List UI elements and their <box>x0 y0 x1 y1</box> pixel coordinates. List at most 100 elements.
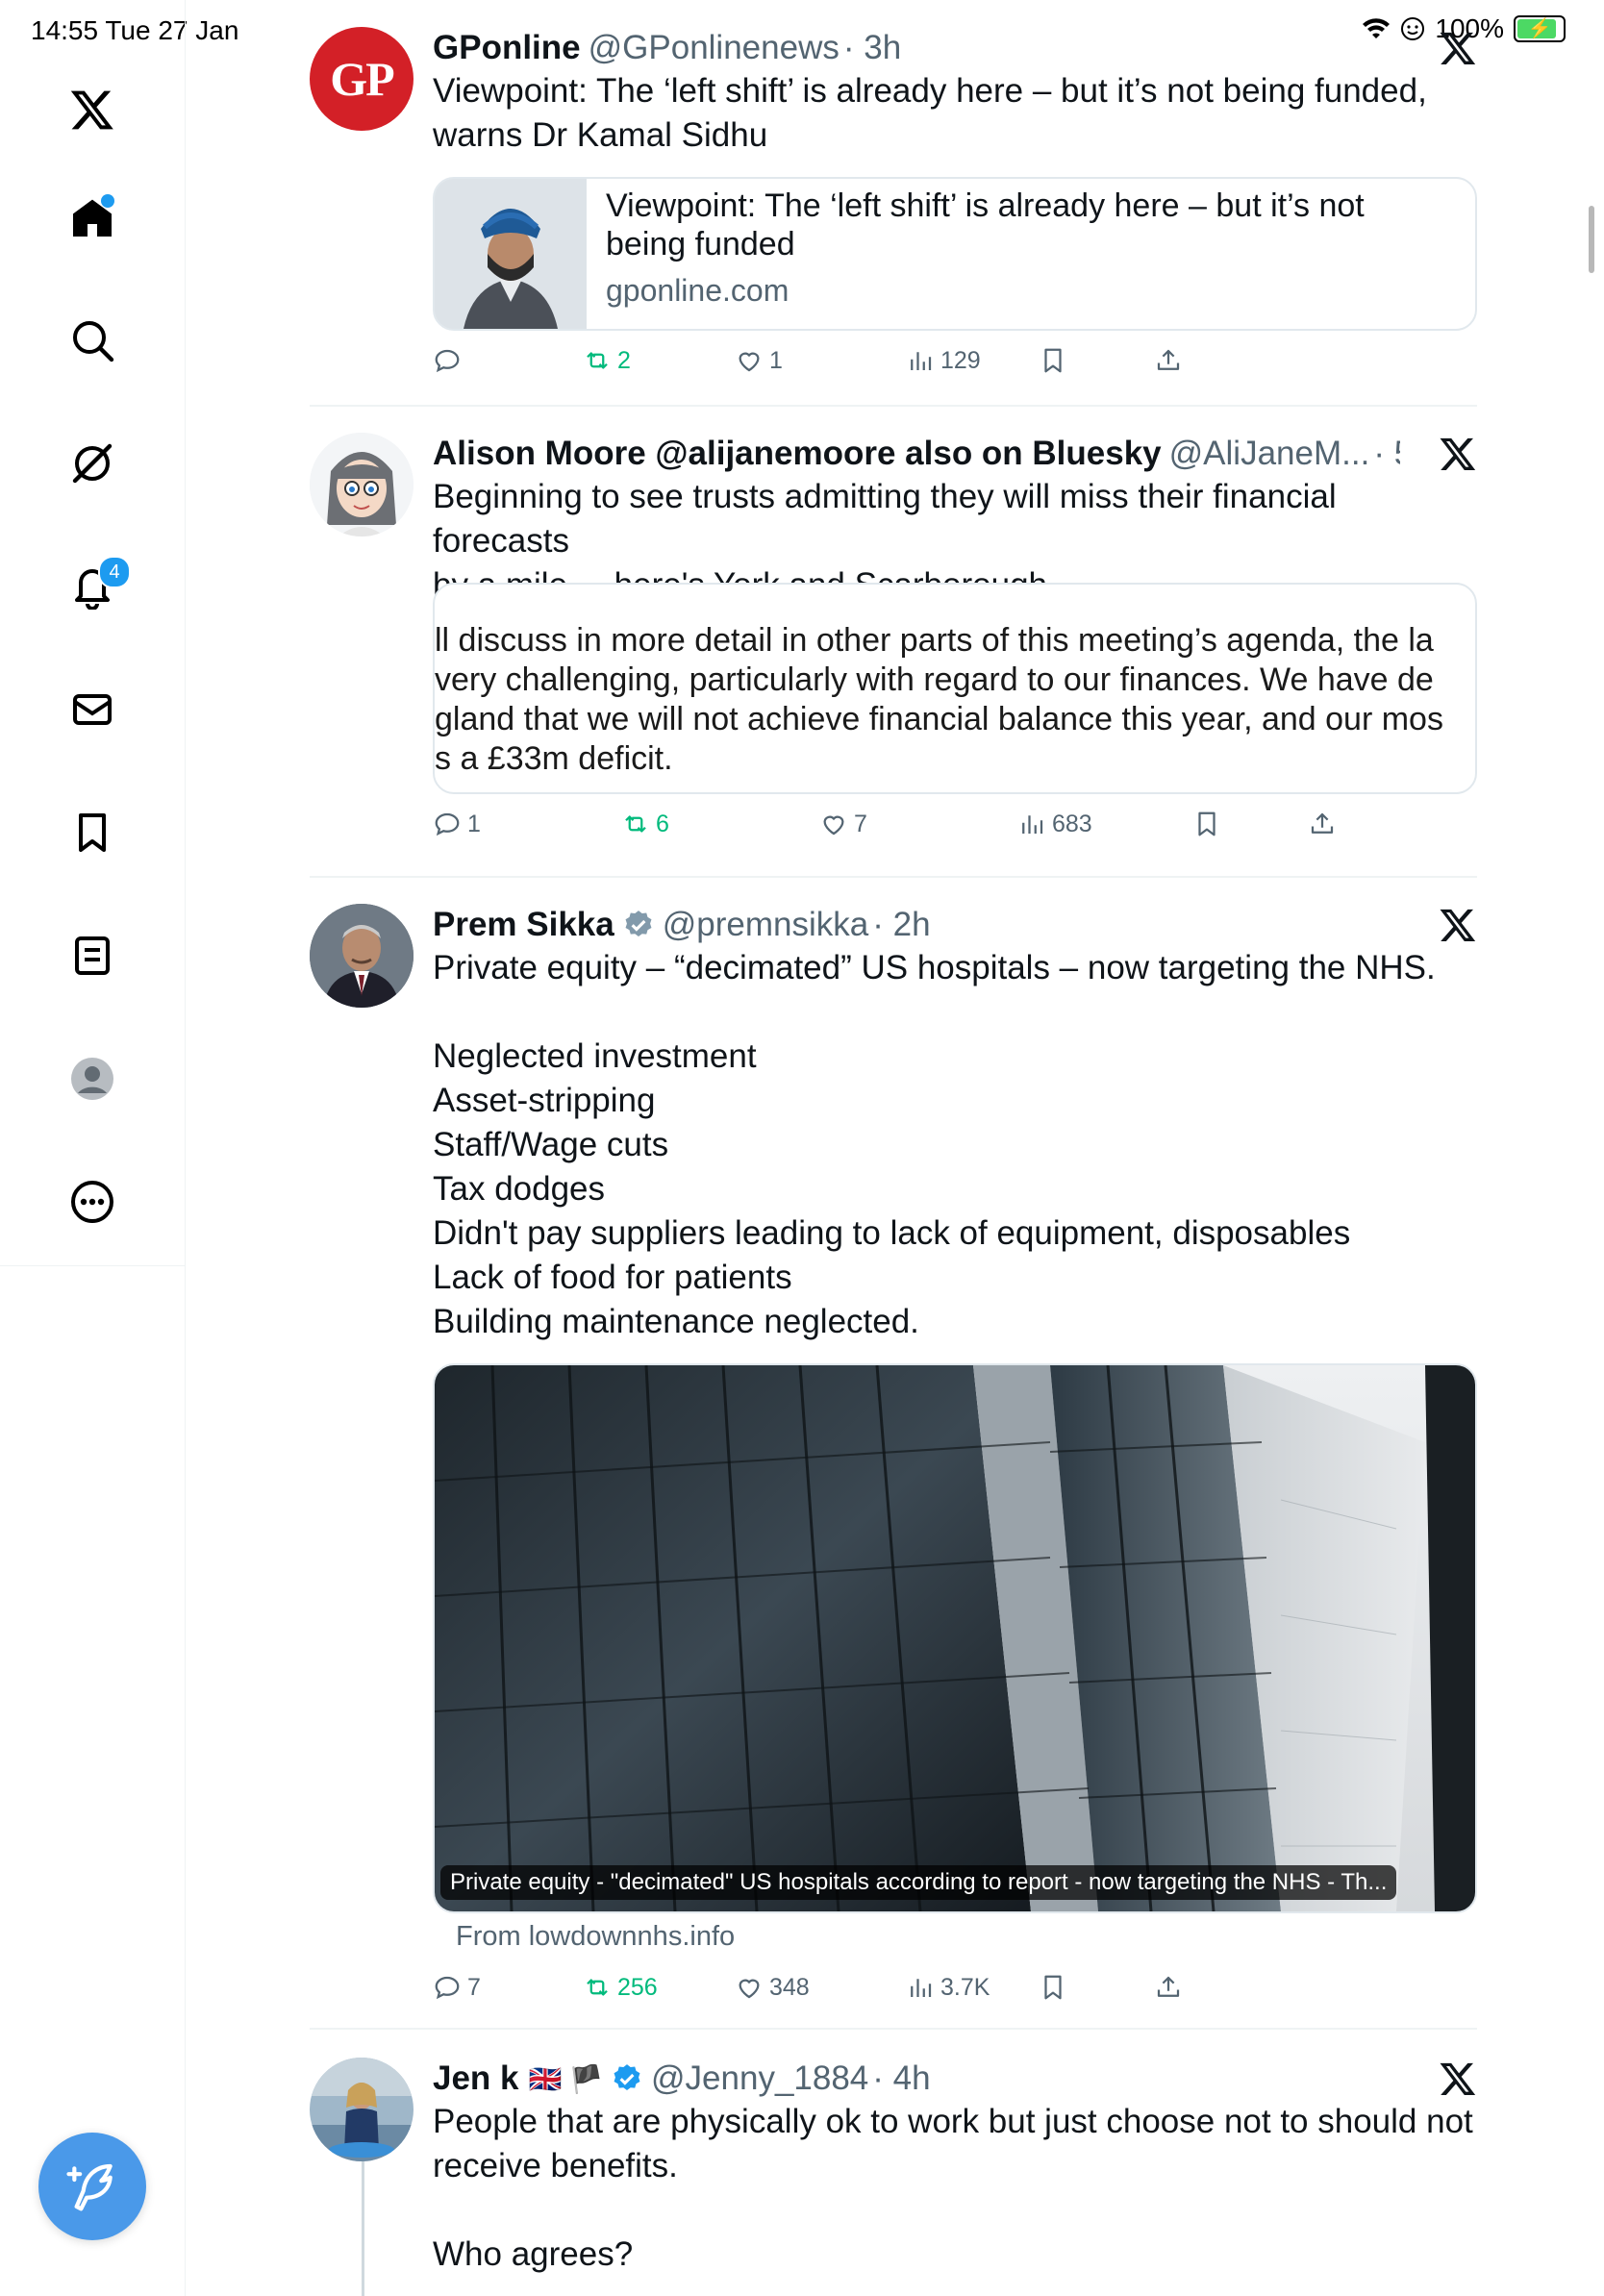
tweet-header: Alison Moore @alijanemoore also on Blues… <box>433 433 1400 475</box>
compose-post-button[interactable] <box>38 2133 146 2240</box>
image-text-line: ll discuss in more detail in other parts… <box>435 622 1434 659</box>
tweet-time: · 4h <box>872 2059 931 2097</box>
share-button[interactable] <box>1154 1973 1183 2002</box>
link-source[interactable]: From lowdownnhs.info <box>456 1921 735 1953</box>
tweet-divider <box>310 876 1477 878</box>
link-card-caption: Private equity - "decimated" US hospital… <box>440 1865 1397 1900</box>
home-unread-dot <box>101 194 114 208</box>
bookmark-icon <box>1044 348 1062 373</box>
link-card-domain: gponline.com <box>606 273 789 308</box>
tweet-image[interactable]: ll discuss in more detail in other parts… <box>433 583 1477 794</box>
author-handle[interactable]: @AliJaneM... <box>1169 435 1370 473</box>
sidebar: 4 <box>0 0 186 2296</box>
image-text-line: very challenging, particularly with rega… <box>435 661 1434 698</box>
tweet-jen-k[interactable]: Jen k 🇬🇧 🏴 @Jenny_1884 · 4h People that … <box>310 2058 1477 2296</box>
tweet-actions: 7 256 348 3.7K <box>433 1973 1477 2011</box>
views-button[interactable]: 683 <box>1017 810 1092 838</box>
lists-icon[interactable] <box>62 925 123 986</box>
home-icon[interactable] <box>62 187 123 248</box>
share-icon <box>1157 1976 1180 1997</box>
views-chart-icon <box>1022 815 1043 834</box>
compose-feather-icon <box>66 2163 113 2211</box>
views-button[interactable]: 3.7K <box>906 1973 990 2002</box>
bookmarks-icon[interactable] <box>62 802 123 863</box>
grok-icon[interactable] <box>62 433 123 494</box>
heart-icon <box>739 1979 760 1999</box>
tweet-divider <box>310 2028 1477 2030</box>
tweet-time: · 3h <box>842 29 902 66</box>
reply-icon <box>435 349 460 373</box>
more-options-icon[interactable] <box>62 1171 123 1233</box>
tweet-header: Jen k 🇬🇧 🏴 @Jenny_1884 · 4h <box>433 2058 1477 2100</box>
link-card-title: Viewpoint: The ‘left shift’ is already h… <box>606 187 1365 262</box>
x-brand-icon[interactable] <box>1439 906 1477 944</box>
link-card[interactable]: Viewpoint: The ‘left shift’ is already h… <box>433 177 1477 331</box>
jen-k-avatar[interactable] <box>310 2058 414 2161</box>
author-handle[interactable]: @GPonlinenews <box>589 29 840 67</box>
like-button[interactable]: 348 <box>735 1973 810 2002</box>
messages-envelope-icon[interactable] <box>62 679 123 740</box>
profile-avatar-icon[interactable] <box>62 1048 123 1110</box>
author-name[interactable]: Prem Sikka <box>433 906 614 944</box>
heart-icon <box>823 815 844 836</box>
verified-badge-icon <box>614 2064 640 2091</box>
sidebar-divider <box>0 1265 185 1266</box>
notifications-badge: 4 <box>98 556 131 588</box>
verified-badge-icon <box>625 911 652 937</box>
author-name[interactable]: GPonline <box>433 29 581 67</box>
tweet-alison-moore[interactable]: Alison Moore @alijanemoore also on Blues… <box>310 433 1477 865</box>
reply-icon <box>435 812 460 836</box>
repost-icon <box>587 352 608 369</box>
repost-button[interactable]: 2 <box>583 346 631 375</box>
bookmark-button[interactable] <box>1039 1973 1067 2002</box>
tweet-gponline[interactable]: GP GPonline @GPonlinenews · 3h Viewpoint… <box>310 27 1477 392</box>
author-name[interactable]: Alison Moore @alijanemoore also on Blues… <box>433 435 1162 473</box>
repost-icon <box>625 815 646 833</box>
bookmark-button[interactable] <box>1039 346 1067 375</box>
reply-button[interactable]: 1 <box>433 810 481 838</box>
prem-sikka-avatar[interactable] <box>310 904 414 1008</box>
repost-icon <box>587 1979 608 1996</box>
views-chart-icon <box>911 1979 932 1997</box>
notifications-bell-icon[interactable]: 4 <box>62 556 131 617</box>
tweet-prem-sikka[interactable]: Prem Sikka @premnsikka · 2h Private equi… <box>310 904 1477 2029</box>
gponline-avatar[interactable]: GP <box>310 27 414 131</box>
repost-button[interactable]: 256 <box>583 1973 658 2002</box>
thread-line <box>362 2161 364 2296</box>
heart-icon <box>739 352 760 372</box>
scroll-indicator[interactable] <box>1589 206 1594 273</box>
bookmark-button[interactable] <box>1192 810 1221 838</box>
tweet-text: People that are physically ok to work bu… <box>433 2103 1473 2273</box>
reply-icon <box>435 1976 460 2000</box>
author-handle[interactable]: @premnsikka <box>663 906 868 944</box>
views-chart-icon <box>911 352 932 370</box>
author-name[interactable]: Jen k <box>433 2059 519 2098</box>
x-brand-icon[interactable] <box>1439 2059 1477 2098</box>
reply-button[interactable]: 7 <box>433 1973 481 2002</box>
tweet-header: GPonline @GPonlinenews · 3h <box>433 27 1477 69</box>
like-button[interactable]: 1 <box>735 346 783 375</box>
bookmark-icon <box>1044 1975 1062 2000</box>
tweet-time: · 2h <box>872 906 931 943</box>
views-button[interactable]: 129 <box>906 346 981 375</box>
tweet-actions: 2 1 129 <box>433 346 1477 385</box>
alison-moore-avatar[interactable] <box>310 433 414 537</box>
tweet-text: Private equity – “decimated” US hospital… <box>433 949 1436 1340</box>
link-card-image[interactable]: Private equity - "decimated" US hospital… <box>433 1363 1477 1913</box>
bookmark-icon <box>1198 811 1216 836</box>
x-brand-icon[interactable] <box>1439 435 1477 473</box>
repost-button[interactable]: 6 <box>621 810 669 838</box>
like-button[interactable]: 7 <box>819 810 867 838</box>
building-photo <box>435 1365 1475 1911</box>
tweet-divider <box>310 405 1477 407</box>
tweet-header: Prem Sikka @premnsikka · 2h <box>433 904 1477 946</box>
share-icon <box>1311 812 1334 834</box>
search-icon[interactable] <box>62 310 123 371</box>
x-logo-icon[interactable] <box>62 79 123 140</box>
author-handle[interactable]: @Jenny_1884 <box>651 2059 868 2098</box>
flag-emojis: 🇬🇧 🏴 <box>528 2063 604 2094</box>
share-button[interactable] <box>1154 346 1183 375</box>
share-button[interactable] <box>1308 810 1337 838</box>
x-brand-icon[interactable] <box>1439 29 1477 67</box>
reply-button[interactable] <box>433 346 467 375</box>
